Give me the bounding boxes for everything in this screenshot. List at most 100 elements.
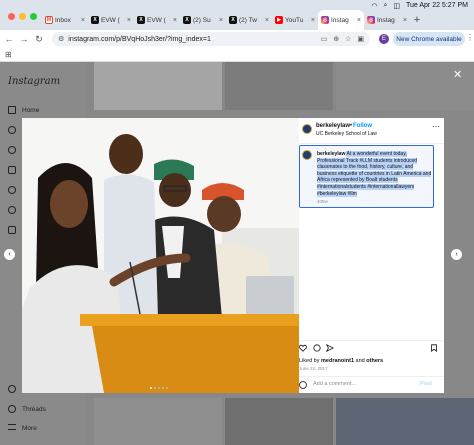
follow-button[interactable]: Follow [353,123,372,129]
instagram-page: Instagram Home Threads More ✕ ‹ › berkel… [0,62,474,445]
liked-by-others[interactable]: others [366,358,383,364]
tab-1[interactable]: X EVW (× [88,10,134,30]
instagram-logo[interactable]: Instagram [8,76,60,87]
url-text[interactable]: instagram.com/p/BVqHoJsh3er/?img_index=1 [68,36,211,43]
minimize-window-button[interactable] [19,13,26,20]
browser-toolbar: ← → ↻ ⚙ instagram.com/p/BVqHoJsh3er/?img… [0,30,474,48]
bookmark-star-icon[interactable]: ☆ [345,35,351,43]
post-photo[interactable] [22,118,299,393]
explore-icon[interactable] [8,146,16,154]
post-username[interactable]: berkeleylaw [316,123,350,129]
next-post-button[interactable]: › [451,249,462,260]
messages-icon[interactable] [8,186,16,194]
carousel-dot[interactable] [158,387,160,389]
apps-grid-icon[interactable]: ⊞ [5,50,12,59]
notifications-icon[interactable] [8,206,16,214]
extensions-icon[interactable]: ▣ [357,35,364,43]
save-bookmark-icon[interactable] [430,344,438,352]
menu-icon[interactable] [8,424,16,430]
x-icon: X [229,16,237,24]
tab-0[interactable]: M Inbox × [42,10,88,30]
comment-icon[interactable] [313,344,321,352]
tab-2[interactable]: X EVW (× [134,10,180,30]
avatar[interactable] [302,124,312,134]
caption-username[interactable]: berkeleylaw [317,151,345,157]
create-icon[interactable] [8,226,16,234]
liked-by-prefix: Liked by [299,358,322,364]
menubar-clock[interactable]: Tue Apr 22 5:27 PM [406,2,468,9]
address-bar[interactable]: ⚙ instagram.com/p/BVqHoJsh3er/?img_index… [52,32,370,46]
browser-menu-icon[interactable]: ⋮ [466,33,474,42]
wifi-icon[interactable]: ◠ [371,2,377,10]
sidebar-item-home[interactable]: Home [22,107,39,114]
more-options-icon[interactable]: ⋯ [432,122,440,131]
close-window-button[interactable] [8,13,15,20]
post-header: berkeleylaw • Follow UC Berkeley School … [299,118,444,144]
header-separator: • [350,123,353,129]
tab-title: (2) Tw [239,16,257,24]
profile-avatar[interactable]: E [379,34,389,44]
grid-tile [94,398,222,445]
threads-icon[interactable] [8,405,16,413]
tab-7[interactable]: ◎ Instag × [364,10,410,30]
tab-title: Inbox [55,16,71,24]
zoom-icon[interactable]: ⊕ [333,35,339,43]
close-icon[interactable]: × [265,17,269,24]
tab-4[interactable]: X (2) Tw × [226,10,272,30]
liked-by-suffix: and [354,358,367,364]
new-chrome-available-button[interactable]: New Chrome available [393,32,465,46]
close-icon[interactable]: × [127,17,131,24]
close-modal-icon[interactable]: ✕ [453,68,462,81]
control-center-icon[interactable]: ◫ [393,2,400,10]
x-icon: X [183,16,191,24]
grid-tile [225,398,333,445]
browser-titlebar: M Inbox × X EVW (× X EVW (× X (2) Su × X (2) Tw… [0,0,474,30]
cast-icon[interactable]: ▭ [321,35,328,43]
previous-post-button[interactable]: ‹ [4,249,15,260]
back-button[interactable]: ← [3,32,15,46]
comment-input[interactable] [313,381,413,387]
post-photo-image [22,118,299,393]
reels-icon[interactable] [8,166,16,174]
caption-timestamp[interactable]: 405w [317,199,328,204]
home-icon[interactable] [8,106,16,114]
caption-text: At a wonderful event today, Professional… [317,151,432,197]
site-info-icon[interactable]: ⚙ [58,35,64,43]
emoji-icon[interactable] [299,381,307,389]
post-location[interactable]: UC Berkeley School of Law [316,131,377,137]
new-tab-button[interactable]: + [410,10,424,30]
avatar[interactable] [302,150,312,160]
post-date[interactable]: June 22, 2017 [299,366,328,371]
post-modal: berkeleylaw • Follow UC Berkeley School … [22,118,444,393]
macos-menubar-status: ◠ ⌕ ◫ Tue Apr 22 5:27 PM [371,1,468,10]
close-icon[interactable]: × [357,17,361,24]
carousel-dot[interactable] [150,387,152,389]
liked-by-user[interactable]: medranoint1 [321,358,354,364]
x-icon: X [137,16,145,24]
tab-6[interactable]: ◎ Instag × [318,10,364,30]
post-comment-button[interactable]: Post [420,381,432,387]
close-icon[interactable]: × [403,17,407,24]
instagram-icon: ◎ [321,16,329,24]
close-icon[interactable]: × [219,17,223,24]
carousel-dot[interactable] [154,387,156,389]
tab-5[interactable]: ▶ YouTu × [272,10,318,30]
reload-button[interactable]: ↻ [33,32,45,46]
tab-3[interactable]: X (2) Su × [180,10,226,30]
tab-title: (2) Su [193,16,211,24]
share-icon[interactable] [326,344,334,352]
forward-button[interactable]: → [18,32,30,46]
like-heart-icon[interactable] [299,344,307,352]
carousel-dot[interactable] [162,387,164,389]
maximize-window-button[interactable] [30,13,37,20]
carousel-dot[interactable] [166,387,168,389]
close-icon[interactable]: × [173,17,177,24]
search-icon[interactable]: ⌕ [383,2,387,10]
search-icon[interactable] [8,126,16,134]
close-icon[interactable]: × [311,17,315,24]
meta-icon[interactable] [8,385,16,393]
carousel-indicator [150,387,168,389]
close-icon[interactable]: × [81,17,85,24]
sidebar-item-more[interactable]: More [22,425,37,432]
sidebar-item-threads[interactable]: Threads [22,406,46,413]
